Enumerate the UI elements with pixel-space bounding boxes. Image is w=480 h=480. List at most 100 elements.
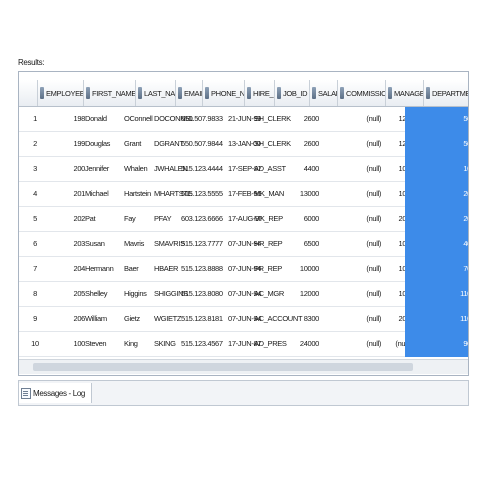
table-row[interactable]: 8 205 Shelley Higgins SHIGGINS 515.123.8080 07… (19, 282, 468, 307)
cell-salary[interactable]: 12000 (281, 282, 319, 306)
column-header-label: PHONE_NUMBER (211, 88, 244, 98)
cell-salary[interactable]: 13000 (281, 182, 319, 206)
cell-phone[interactable]: 515.123.8080 (181, 282, 231, 306)
messages-log-tab[interactable]: Messages - Log (19, 383, 93, 403)
bottom-panel-bar: Messages - Log (18, 380, 469, 406)
column-header-label: EMPLOYEE_ID (46, 88, 83, 98)
column-header-label: JOB_ID (283, 88, 308, 98)
cell-n[interactable]: 6 (25, 232, 45, 256)
table-row[interactable]: 2 199 Douglas Grant DGRANT 650.507.9844 13-JAN… (19, 132, 468, 157)
column-sort-icon (138, 87, 142, 99)
cell-employee-id[interactable]: 199 (69, 132, 85, 156)
cell-employee-id[interactable]: 205 (69, 282, 85, 306)
column-sort-icon (277, 87, 281, 99)
column-header-label: SALARY (318, 88, 337, 98)
cell-phone[interactable]: 515.123.5555 (181, 182, 231, 206)
column-header-label: LAST_NAME (144, 88, 175, 98)
column-header-label: MANAGER_ID (394, 88, 423, 98)
cell-n[interactable]: 4 (25, 182, 45, 206)
column-sort-icon (312, 87, 316, 99)
cell-employee-id[interactable]: 204 (69, 257, 85, 281)
cell-salary[interactable]: 2600 (281, 107, 319, 131)
cell-phone[interactable]: 650.507.9833 (181, 107, 231, 131)
cell-phone[interactable]: 515.123.7777 (181, 232, 231, 256)
cell-employee-id[interactable]: 198 (69, 107, 85, 131)
cell-n[interactable]: 8 (25, 282, 45, 306)
column-sort-icon (340, 87, 344, 99)
column-header-label: EMAIL (184, 88, 202, 98)
table-row[interactable]: 7 204 Hermann Baer HBAER 515.123.8888 07-JUN-9… (19, 257, 468, 282)
cell-department-id[interactable]: 70 (405, 257, 468, 282)
cell-salary[interactable]: 10000 (281, 257, 319, 281)
column-header-job-id[interactable]: JOB_ID (274, 80, 309, 106)
column-header-label: HIRE_DATE (253, 88, 274, 98)
table-row[interactable]: 6 203 Susan Mavris SMAVRIS 515.123.7777 07-JUN… (19, 232, 468, 257)
column-header-label: FIRST_NAME (92, 88, 135, 98)
cell-employee-id[interactable]: 203 (69, 232, 85, 256)
cell-phone[interactable]: 603.123.6666 (181, 207, 231, 231)
column-sort-icon (388, 87, 392, 99)
messages-log-icon (21, 387, 31, 399)
cell-n[interactable]: 9 (25, 307, 45, 331)
cell-employee-id[interactable]: 206 (69, 307, 85, 331)
cell-n[interactable]: 1 (25, 107, 45, 131)
cell-salary[interactable]: 2600 (281, 132, 319, 156)
cell-n[interactable]: 7 (25, 257, 45, 281)
cell-salary[interactable]: 6500 (281, 232, 319, 256)
column-header-label: COMMISSION_PCT (346, 88, 385, 98)
cell-phone[interactable]: 650.507.9844 (181, 132, 231, 156)
table-row[interactable]: 1 198 Donald OConnell DOCONNEL 650.507.9833 21… (19, 107, 468, 132)
cell-department-id[interactable]: 90 (405, 332, 468, 357)
cell-salary[interactable]: 6000 (281, 207, 319, 231)
column-header-department-id[interactable]: DEPARTMENT_ID (423, 80, 468, 106)
grid-header-row: EMPLOYEE_ID FIRST_NAME LAST_NAME EMAIL PHONE… (19, 80, 468, 107)
cell-salary[interactable]: 4400 (281, 157, 319, 181)
table-row[interactable]: 9 206 William Gietz WGIETZ 515.123.8181 07-JUN… (19, 307, 468, 332)
cell-n[interactable]: 5 (25, 207, 45, 231)
cell-department-id[interactable]: 50 (405, 107, 468, 132)
cell-phone[interactable]: 515.123.4567 (181, 332, 231, 356)
cell-department-id[interactable]: 110 (405, 282, 468, 307)
cell-department-id[interactable]: 110 (405, 307, 468, 332)
cell-department-id[interactable]: 50 (405, 132, 468, 157)
column-header-phone-number[interactable]: PHONE_NUMBER (202, 80, 244, 106)
messages-log-label: Messages - Log (33, 388, 86, 398)
column-sort-icon (178, 87, 182, 99)
cell-department-id[interactable]: 10 (405, 157, 468, 182)
cell-salary[interactable]: 24000 (281, 332, 319, 356)
column-header-email[interactable]: EMAIL (175, 80, 202, 106)
cell-department-id[interactable]: 20 (405, 182, 468, 207)
cell-n[interactable]: 3 (25, 157, 45, 181)
column-sort-icon (40, 87, 44, 99)
cell-employee-id[interactable]: 201 (69, 182, 85, 206)
column-header-last-name[interactable]: LAST_NAME (135, 80, 175, 106)
column-sort-icon (86, 87, 90, 99)
table-row[interactable]: 10 100 Steven King SKING 515.123.4567 17-JUN-8… (19, 332, 468, 357)
cell-n[interactable]: 10 (25, 332, 45, 356)
column-sort-icon (247, 87, 251, 99)
cell-employee-id[interactable]: 100 (69, 332, 85, 356)
horizontal-scrollbar[interactable] (19, 359, 468, 374)
cell-n[interactable]: 2 (25, 132, 45, 156)
table-row[interactable]: 3 200 Jennifer Whalen JWHALEN 515.123.4444 17-… (19, 157, 468, 182)
column-sort-icon (205, 87, 209, 99)
column-header-salary[interactable]: SALARY (309, 80, 337, 106)
column-header-employee-id[interactable]: EMPLOYEE_ID (37, 80, 83, 106)
column-sort-icon (426, 87, 430, 99)
cell-employee-id[interactable]: 202 (69, 207, 85, 231)
column-header-first-name[interactable]: FIRST_NAME (83, 80, 135, 106)
column-header-commission-pct[interactable]: COMMISSION_PCT (337, 80, 385, 106)
cell-salary[interactable]: 8300 (281, 307, 319, 331)
horizontal-scroll-thumb[interactable] (33, 363, 413, 371)
column-header-manager-id[interactable]: MANAGER_ID (385, 80, 423, 106)
results-grid[interactable]: EMPLOYEE_ID FIRST_NAME LAST_NAME EMAIL PHONE… (18, 71, 469, 376)
cell-employee-id[interactable]: 200 (69, 157, 85, 181)
column-header-hire-date[interactable]: HIRE_DATE (244, 80, 274, 106)
table-row[interactable]: 5 202 Pat Fay PFAY 603.123.6666 17-AUG-97 MK_RE… (19, 207, 468, 232)
cell-department-id[interactable]: 20 (405, 207, 468, 232)
cell-phone[interactable]: 515.123.8888 (181, 257, 231, 281)
cell-department-id[interactable]: 40 (405, 232, 468, 257)
table-row[interactable]: 4 201 Michael Hartstein MHARTSTE 515.123.5555… (19, 182, 468, 207)
cell-phone[interactable]: 515.123.4444 (181, 157, 231, 181)
cell-phone[interactable]: 515.123.8181 (181, 307, 231, 331)
